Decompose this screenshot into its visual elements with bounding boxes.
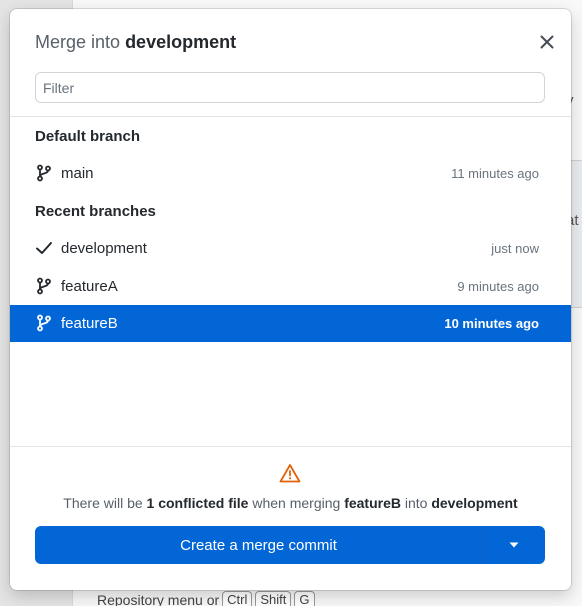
merge-options-dropdown-button[interactable]	[483, 526, 545, 564]
git-branch-icon	[35, 314, 53, 332]
msg-target-branch: development	[431, 495, 518, 511]
branch-time: just now	[491, 241, 539, 256]
shortcut-hint-text: Repository menu or	[97, 592, 220, 606]
title-branch: development	[125, 32, 237, 52]
git-branch-icon	[35, 277, 53, 295]
msg-part3: into	[400, 495, 432, 511]
branch-row-main[interactable]: main 11 minutes ago	[10, 155, 571, 192]
close-button[interactable]	[536, 31, 558, 53]
title-prefix: Merge into	[35, 32, 121, 52]
merge-button-group: Create a merge commit	[35, 526, 545, 564]
git-branch-icon	[35, 164, 53, 182]
msg-conflict-count: 1 conflicted file	[146, 495, 249, 511]
triangle-down-icon	[509, 542, 519, 548]
check-icon	[35, 239, 53, 257]
msg-part2: when merging	[248, 495, 345, 511]
kbd-g: G	[294, 591, 315, 606]
branch-time: 10 minutes ago	[444, 316, 539, 331]
divider	[10, 116, 571, 117]
branch-row-development[interactable]: development just now	[10, 230, 571, 267]
branch-name: featureA	[61, 278, 118, 295]
merge-dialog: Merge into development Default branch ma…	[10, 9, 571, 590]
kbd-shift: Shift	[255, 591, 292, 606]
branch-time: 11 minutes ago	[451, 166, 539, 181]
branch-name: main	[61, 165, 94, 182]
default-branch-heading: Default branch	[35, 128, 141, 145]
branch-row-featureA[interactable]: featureA 9 minutes ago	[10, 268, 571, 305]
branch-name: featureB	[61, 315, 118, 332]
conflict-message: There will be 1 conflicted file when mer…	[10, 495, 571, 511]
dialog-header: Merge into development	[10, 9, 571, 117]
dialog-footer: There will be 1 conflicted file when mer…	[10, 447, 571, 590]
shortcut-hint: Repository menu or Ctrl Shift G	[97, 591, 315, 606]
msg-part1: There will be	[63, 495, 147, 511]
msg-source-branch: featureB	[344, 495, 401, 511]
create-merge-commit-button[interactable]: Create a merge commit	[35, 526, 483, 564]
close-icon	[540, 35, 554, 49]
filter-input[interactable]	[35, 72, 545, 103]
branch-time: 9 minutes ago	[457, 279, 539, 294]
branch-row-featureB[interactable]: featureB 10 minutes ago	[10, 305, 571, 342]
kbd-ctrl: Ctrl	[222, 591, 253, 606]
recent-branches-heading: Recent branches	[35, 203, 156, 220]
warning-icon	[279, 462, 301, 484]
dialog-title: Merge into development	[35, 32, 236, 53]
branch-name: development	[61, 240, 147, 257]
